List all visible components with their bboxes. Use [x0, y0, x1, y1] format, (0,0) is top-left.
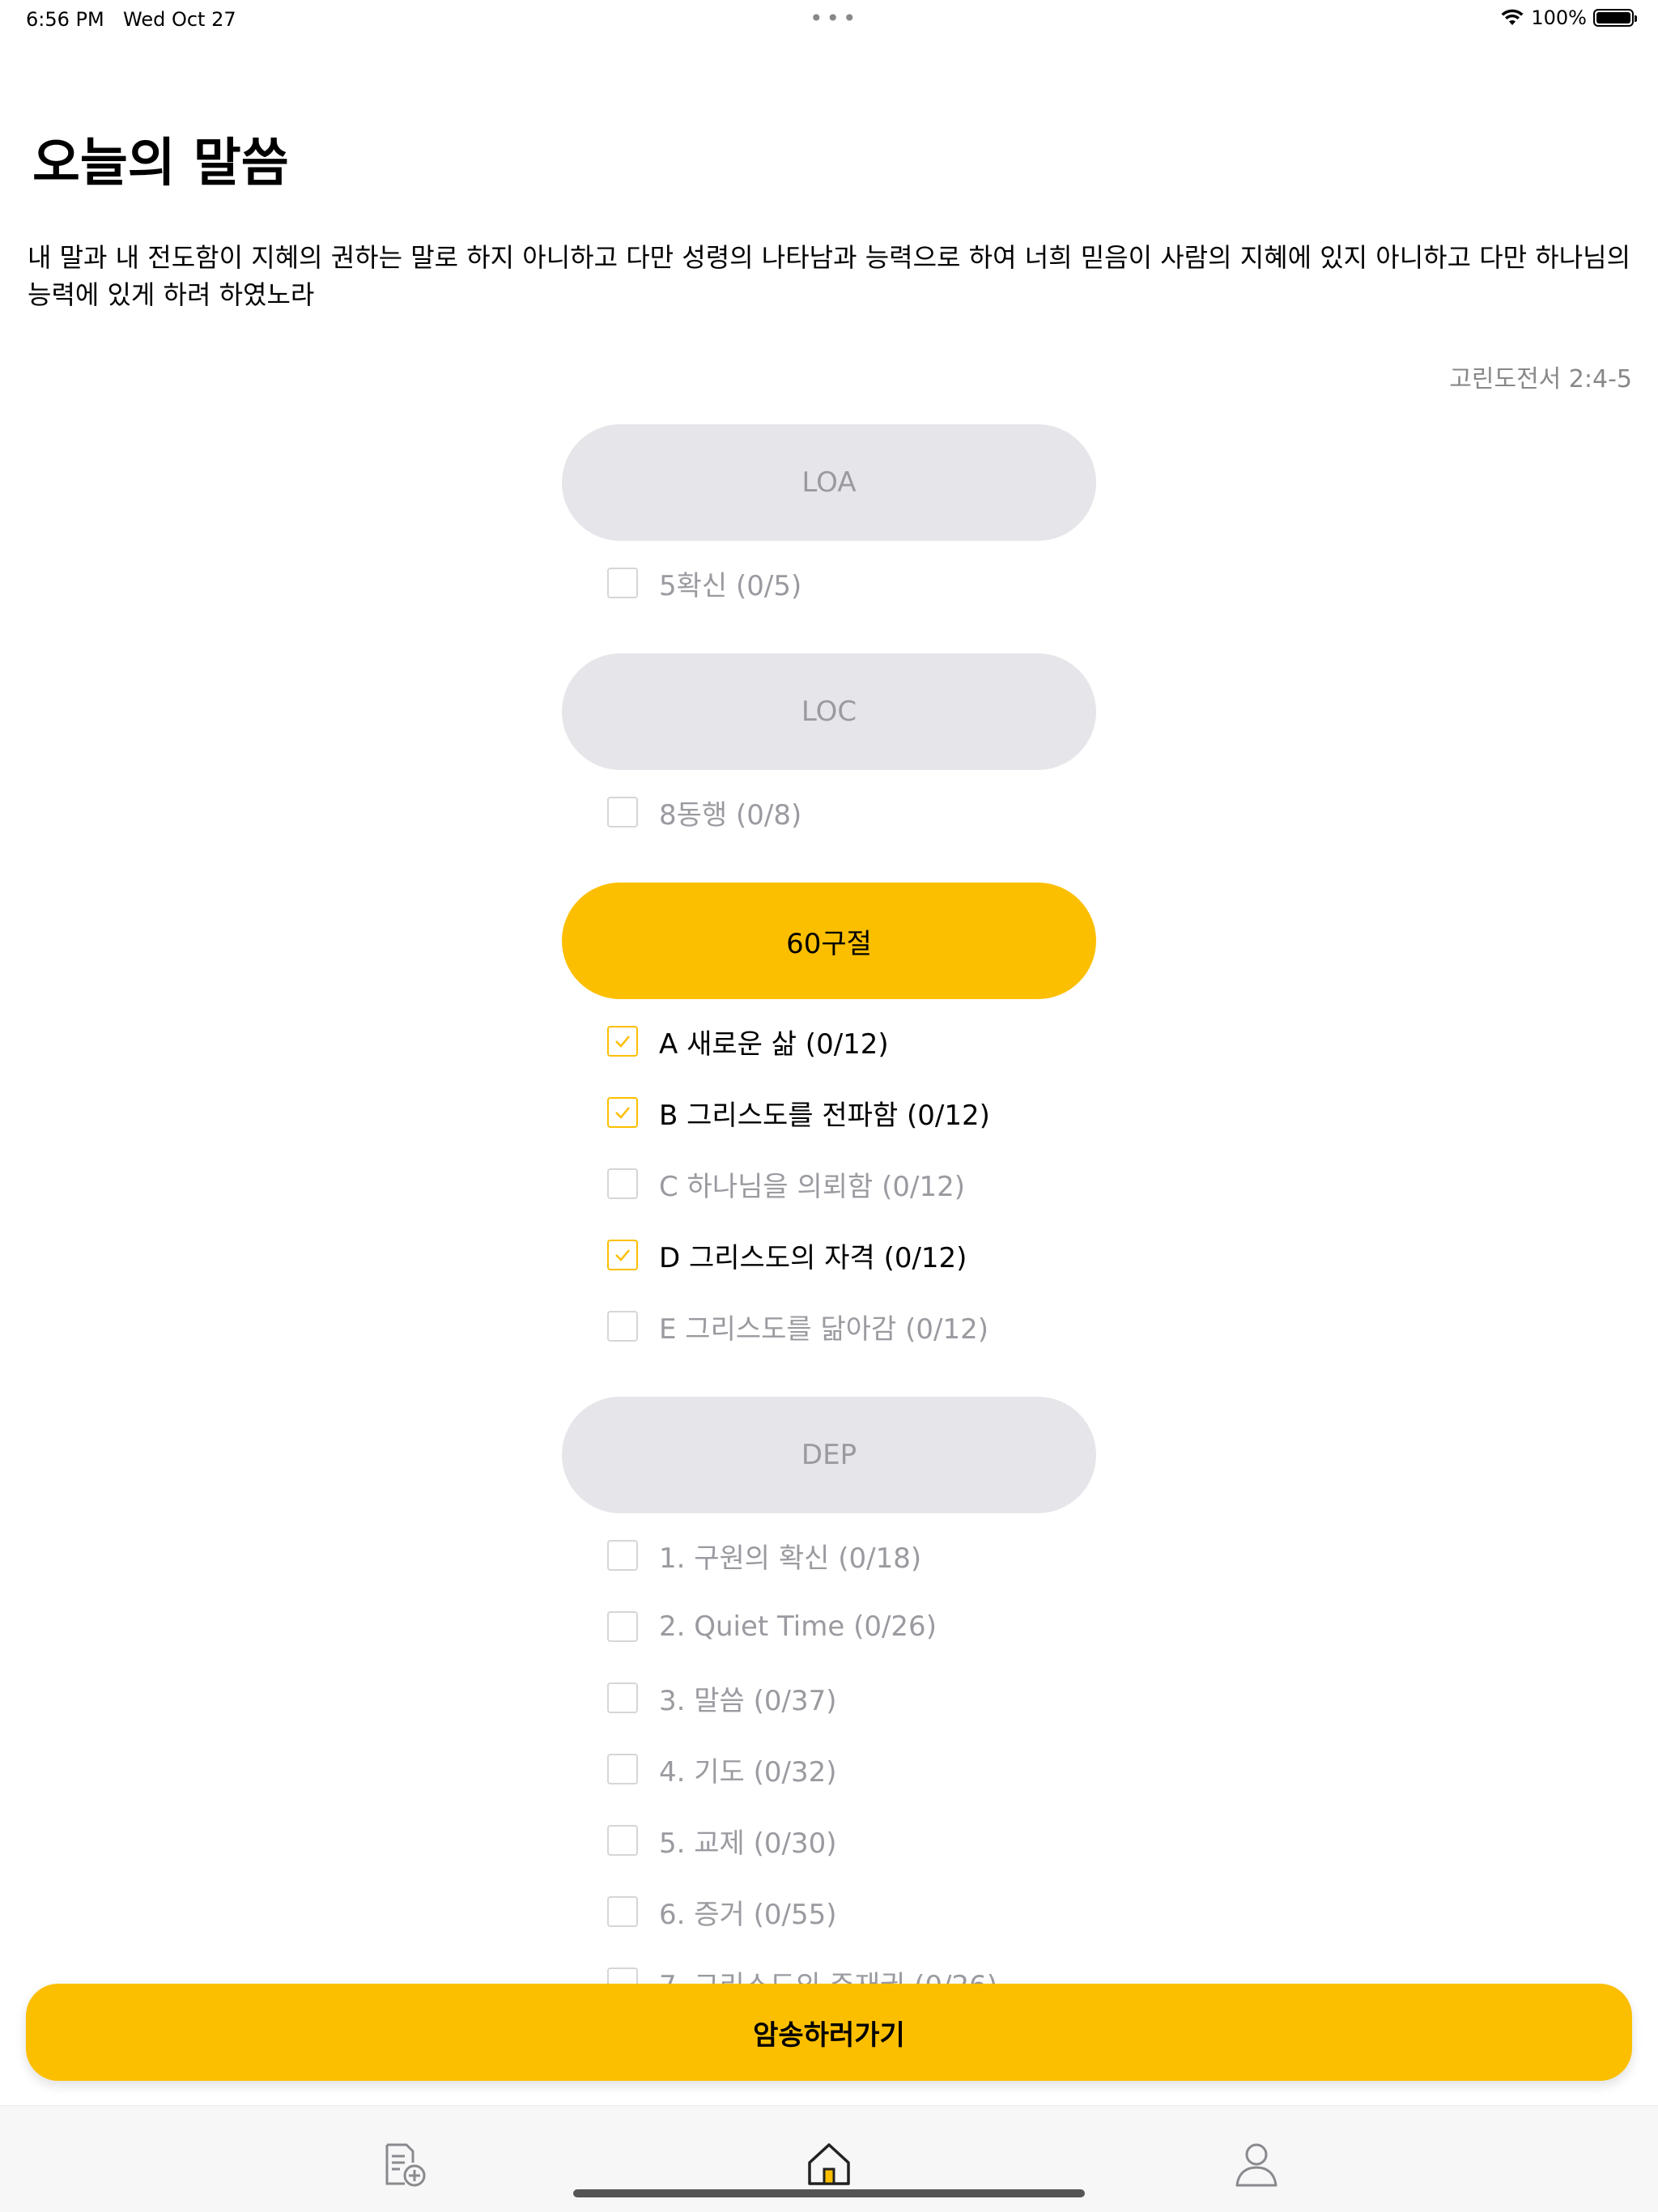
checkbox[interactable] [607, 1540, 638, 1571]
checkbox[interactable] [607, 1097, 638, 1128]
checkbox[interactable] [607, 1311, 638, 1342]
checkmark-icon [615, 1249, 630, 1261]
group-60-verses-button[interactable]: 60구절 [562, 883, 1096, 999]
item-label: 2. Quiet Time (0/26) [659, 1610, 937, 1643]
item-label: 6. 증거 (0/55) [659, 1898, 837, 1931]
list-item[interactable]: D 그리스도의 자격 (0/12) [607, 1239, 967, 1274]
checkbox[interactable] [607, 1682, 638, 1713]
list-item[interactable]: 6. 증거 (0/55) [607, 1895, 837, 1931]
checkbox[interactable] [607, 1896, 638, 1927]
list-item[interactable]: 5확신 (0/5) [607, 567, 801, 602]
list-item[interactable]: 3. 말씀 (0/37) [607, 1682, 837, 1717]
item-label: A 새로운 삶 (0/12) [659, 1027, 889, 1061]
list-item[interactable]: 4. 기도 (0/32) [607, 1753, 837, 1789]
list-item[interactable]: 2. Quiet Time (0/26) [607, 1610, 937, 1643]
item-label: D 그리스도의 자격 (0/12) [659, 1241, 967, 1274]
checkbox[interactable] [607, 1611, 638, 1642]
item-label: E 그리스도를 닮아감 (0/12) [659, 1312, 989, 1346]
checkbox[interactable] [607, 568, 638, 598]
list-item[interactable]: C 하나님을 의뢰함 (0/12) [607, 1168, 965, 1203]
list-item[interactable]: 8동행 (0/8) [607, 796, 801, 832]
checkbox[interactable] [607, 1168, 638, 1199]
home-icon[interactable] [803, 2138, 855, 2190]
item-label: C 하나님을 의뢰함 (0/12) [659, 1170, 966, 1203]
checkbox[interactable] [607, 1026, 638, 1057]
group-dep-button[interactable]: DEP [562, 1397, 1096, 1513]
list-item[interactable]: E 그리스도를 닮아감 (0/12) [607, 1310, 988, 1346]
checkmark-icon [615, 1107, 630, 1119]
item-label: 5. 교제 (0/30) [659, 1827, 837, 1860]
checkmark-icon [615, 1036, 630, 1048]
item-label: 8동행 (0/8) [659, 798, 802, 832]
checkbox[interactable] [607, 1240, 638, 1270]
item-label: B 그리스도를 전파함 (0/12) [659, 1099, 990, 1132]
list-item[interactable]: 5. 교제 (0/30) [607, 1824, 837, 1860]
list-item[interactable]: 1. 구원의 확신 (0/18) [607, 1539, 921, 1575]
checkbox[interactable] [607, 1754, 638, 1784]
start-memorize-button[interactable]: 암송하러가기 [26, 1984, 1632, 2081]
item-label: 5확신 (0/5) [659, 569, 802, 602]
checkbox[interactable] [607, 1825, 638, 1856]
add-note-icon[interactable] [377, 2138, 429, 2190]
course-list[interactable]: LOA 5확신 (0/5) LOC 8동행 (0/8) 60구절 A 새로운 삶… [0, 0, 1658, 1992]
list-item[interactable]: A 새로운 삶 (0/12) [607, 1025, 889, 1061]
list-item[interactable]: B 그리스도를 전파함 (0/12) [607, 1096, 990, 1132]
group-loa-button[interactable]: LOA [562, 424, 1096, 541]
group-loc-button[interactable]: LOC [562, 653, 1096, 770]
item-label: 1. 구원의 확신 (0/18) [659, 1542, 922, 1575]
item-label: 3. 말씀 (0/37) [659, 1684, 837, 1717]
profile-icon[interactable] [1231, 2138, 1282, 2190]
app-screen: 6:56 PM Wed Oct 27 ••• 100% 오늘의 말씀 내 말과 … [0, 0, 1658, 2212]
item-label: 4. 기도 (0/32) [659, 1755, 837, 1789]
checkbox[interactable] [607, 797, 638, 827]
home-indicator[interactable] [573, 2189, 1085, 2197]
